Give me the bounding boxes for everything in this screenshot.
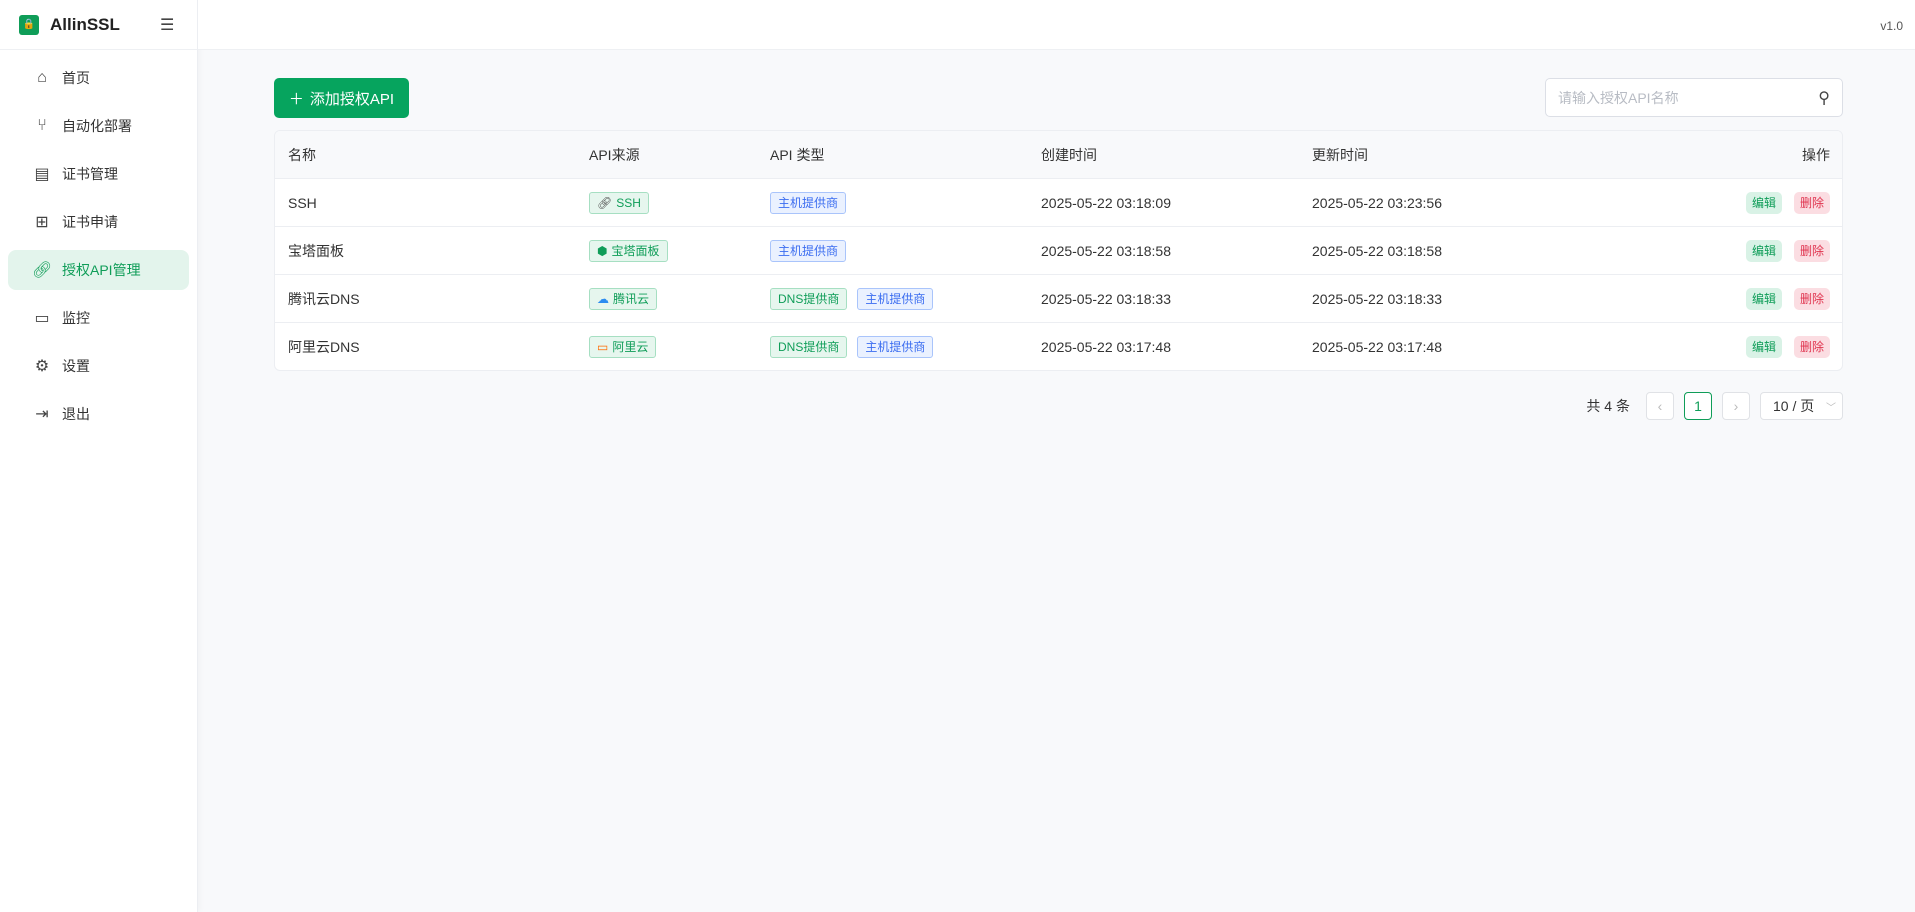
delete-button[interactable]: 删除 [1794,288,1830,310]
sidebar-item-cert-manage[interactable]: ▤ 证书管理 [8,154,189,194]
add-api-button[interactable]: ＋ 添加授权API [274,78,409,118]
chevron-down-icon: ﹀ [1826,399,1836,414]
sidebar-item-deploy[interactable]: ⑂ 自动化部署 [8,106,189,146]
next-page-button[interactable]: › [1722,392,1750,420]
api-name: SSH [288,195,317,211]
search-input[interactable] [1558,90,1818,106]
source-tag: ▭ 阿里云 [589,336,656,358]
column-header: 名称 [288,145,316,165]
page-1-button[interactable]: 1 [1684,392,1712,420]
sidebar-item-settings[interactable]: ⚙ 设置 [8,346,189,386]
collapse-menu-icon[interactable]: ☰ [160,15,174,35]
sidebar-item-label: 设置 [62,356,90,376]
total-count: 共 4 条 [1586,396,1630,416]
type-tag: 主机提供商 [770,192,846,214]
version-label: v1.0 [1880,19,1903,33]
source-label: 腾讯云 [613,290,649,307]
table-row: 阿里云DNS ▭ 阿里云 DNS提供商主机提供商 2025-05-22 03:17… [275,322,1842,370]
sidebar-item-label: 退出 [62,404,90,424]
search-box: ⚲ [1545,78,1843,117]
created-time: 2025-05-22 03:18:09 [1041,195,1171,211]
source-label: 宝塔面板 [611,242,659,259]
source-label: 阿里云 [612,338,648,355]
table-header: 名称 API来源 API 类型 创建时间 更新时间 操作 [275,131,1842,178]
top-bar: v1.0 [198,0,1915,50]
add-api-label: 添加授权API [310,88,394,109]
certificate-icon: ▤ [32,164,52,184]
aliyun-icon: ▭ [597,340,608,354]
page-size-value: 10 / 页 [1773,396,1814,416]
edit-button[interactable]: 编辑 [1746,240,1782,262]
link-icon: 🔗︎ [597,196,612,210]
workflow-icon: ⑂ [32,117,52,135]
link-icon: 🔗︎ [32,260,52,280]
updated-time: 2025-05-22 03:18:58 [1312,243,1442,259]
search-icon[interactable]: ⚲ [1818,88,1830,108]
api-table: 名称 API来源 API 类型 创建时间 更新时间 操作 SSH 🔗︎ SSH 主… [274,130,1843,371]
sidebar-item-label: 证书申请 [62,212,118,232]
sidebar-item-label: 自动化部署 [62,116,132,136]
home-icon: ⌂ [32,69,52,87]
updated-time: 2025-05-22 03:18:33 [1312,291,1442,307]
logout-icon: ⇥ [32,404,52,424]
api-name: 阿里云DNS [288,337,360,357]
edit-button[interactable]: 编辑 [1746,192,1782,214]
plus-square-icon: ⊞ [32,212,52,232]
column-header: 更新时间 [1312,145,1368,165]
sidebar-item-api-manage[interactable]: 🔗︎ 授权API管理 [8,250,189,290]
table-row: 宝塔面板 ⬢ 宝塔面板 主机提供商 2025-05-22 03:18:58 202… [275,226,1842,274]
column-header: 操作 [1802,145,1830,165]
column-header: API 类型 [770,145,824,165]
created-time: 2025-05-22 03:18:58 [1041,243,1171,259]
plus-icon: ＋ [289,88,304,109]
table-row: SSH 🔗︎ SSH 主机提供商 2025-05-22 03:18:09 2025… [275,178,1842,226]
source-tag: 🔗︎ SSH [589,192,649,214]
updated-time: 2025-05-22 03:17:48 [1312,339,1442,355]
sidebar-item-label: 首页 [62,68,90,88]
type-tag: DNS提供商 [770,288,847,310]
api-name: 腾讯云DNS [288,289,360,309]
sidebar: 🔒 AllinSSL ☰ ⌂ 首页 ⑂ 自动化部署 ▤ 证书管理 ⊞ 证书申请 🔗︎ 授权… [0,0,198,912]
table-row: 腾讯云DNS ☁ 腾讯云 DNS提供商主机提供商 2025-05-22 03:18… [275,274,1842,322]
delete-button[interactable]: 删除 [1794,192,1830,214]
updated-time: 2025-05-22 03:23:56 [1312,195,1442,211]
baota-icon: ⬢ [597,244,607,258]
sidebar-item-label: 证书管理 [62,164,118,184]
sidebar-item-cert-apply[interactable]: ⊞ 证书申请 [8,202,189,242]
type-tag: DNS提供商 [770,336,847,358]
gear-icon: ⚙ [32,356,52,376]
monitor-icon: ▭ [32,308,52,328]
column-header: 创建时间 [1041,145,1097,165]
sidebar-item-label: 授权API管理 [62,260,141,280]
logo-lock-icon: 🔒 [19,15,39,35]
delete-button[interactable]: 删除 [1794,336,1830,358]
created-time: 2025-05-22 03:18:33 [1041,291,1171,307]
source-tag: ☁ 腾讯云 [589,288,657,310]
sidebar-item-monitor[interactable]: ▭ 监控 [8,298,189,338]
prev-page-button[interactable]: ‹ [1646,392,1674,420]
type-tag: 主机提供商 [770,240,846,262]
edit-button[interactable]: 编辑 [1746,336,1782,358]
column-header: API来源 [589,145,640,165]
pagination: 共 4 条 ‹ 1 › 10 / 页 ﹀ [1586,392,1843,420]
sidebar-item-home[interactable]: ⌂ 首页 [8,58,189,98]
tencent-cloud-icon: ☁ [597,292,609,306]
source-label: SSH [616,196,641,210]
source-tag: ⬢ 宝塔面板 [589,240,668,262]
sidebar-item-label: 监控 [62,308,90,328]
app-name: AllinSSL [50,15,120,35]
edit-button[interactable]: 编辑 [1746,288,1782,310]
created-time: 2025-05-22 03:17:48 [1041,339,1171,355]
delete-button[interactable]: 删除 [1794,240,1830,262]
type-tag: 主机提供商 [857,288,933,310]
brand: 🔒 AllinSSL ☰ [0,0,197,50]
api-name: 宝塔面板 [288,241,344,261]
sidebar-item-logout[interactable]: ⇥ 退出 [8,394,189,434]
page-size-select[interactable]: 10 / 页 ﹀ [1760,392,1843,420]
type-tag: 主机提供商 [857,336,933,358]
